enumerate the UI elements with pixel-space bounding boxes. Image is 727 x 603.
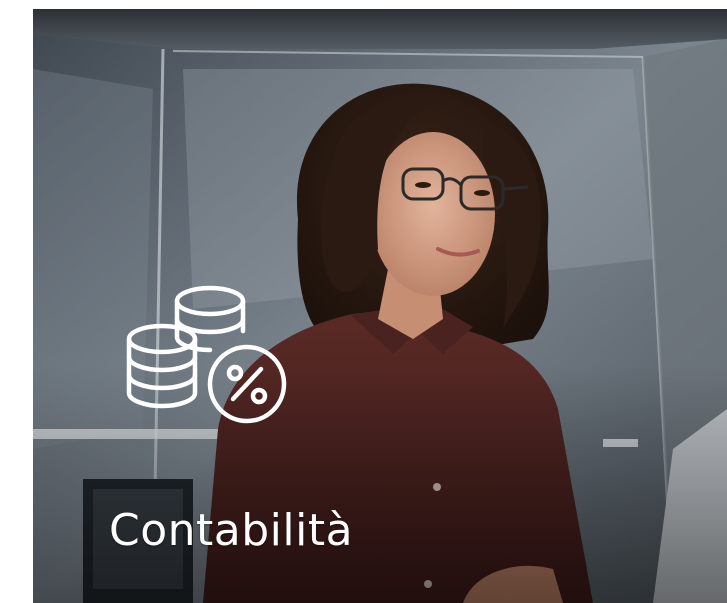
coins-percent-icon — [126, 285, 287, 424]
service-tile[interactable]: Contabilità — [33, 9, 727, 603]
tile-title: Contabilità — [109, 505, 354, 556]
